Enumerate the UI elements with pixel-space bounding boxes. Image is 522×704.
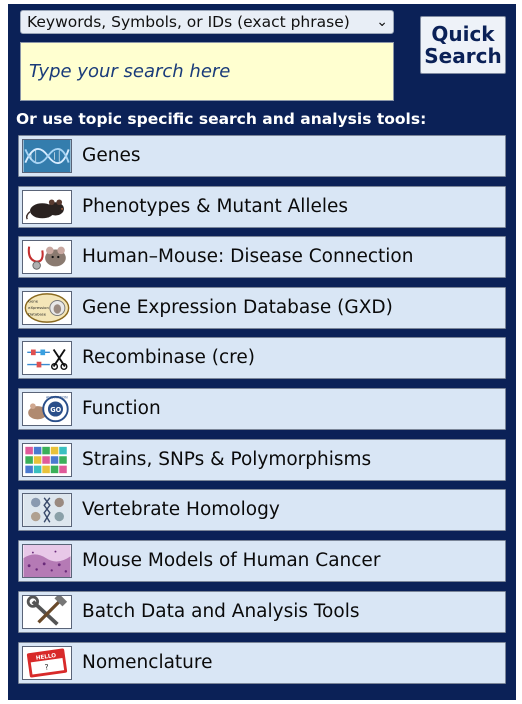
tool-genes[interactable]: Genes — [18, 135, 506, 177]
recombinase-scissors-icon — [22, 341, 72, 375]
tool-disease-connection[interactable]: Human–Mouse: Disease Connection — [18, 236, 506, 278]
svg-text:ANNOTATION: ANNOTATION — [46, 396, 68, 400]
tool-label: Phenotypes & Mutant Alleles — [82, 196, 349, 217]
tool-label: Gene Expression Database (GXD) — [82, 297, 393, 318]
tool-label: Mouse Models of Human Cancer — [82, 550, 381, 571]
tool-label: Recombinase (cre) — [82, 347, 255, 368]
intro-text: Or use topic specific search and analysi… — [16, 110, 427, 128]
tool-label: Human–Mouse: Disease Connection — [82, 246, 414, 267]
search-scope-select[interactable]: Keywords, Symbols, or IDs (exact phrase)… — [20, 10, 394, 34]
snp-grid-icon — [22, 443, 72, 477]
tool-label: Strains, SNPs & Polymorphisms — [82, 449, 372, 470]
tool-label: Vertebrate Homology — [82, 499, 280, 520]
hello-name-tag-icon: HELLO ? — [22, 646, 72, 680]
tool-gxd[interactable]: Gene eXpression Database Gene Expression… — [18, 287, 506, 329]
tool-label: Genes — [82, 145, 141, 166]
svg-text:eXpression: eXpression — [28, 306, 49, 310]
tool-function[interactable]: GO ANNOTATION Function — [18, 388, 506, 430]
quick-search-button[interactable]: Quick Search — [420, 16, 506, 74]
quick-search-label-line1: Quick — [431, 22, 495, 46]
search-input[interactable]: Type your search here — [20, 42, 394, 101]
tool-batch-data[interactable]: Batch Data and Analysis Tools — [18, 591, 506, 633]
stethoscope-mouse-icon — [22, 240, 72, 274]
gxd-logo-icon: Gene eXpression Database — [22, 291, 72, 325]
svg-text:Database: Database — [28, 313, 47, 317]
svg-text:Gene: Gene — [28, 299, 39, 303]
search-panel: Keywords, Symbols, or IDs (exact phrase)… — [8, 4, 516, 700]
quick-search-label-line2: Search — [424, 44, 502, 68]
tool-label: Function — [82, 398, 161, 419]
chevron-down-icon: ⌄ — [376, 14, 388, 30]
tool-phenotypes[interactable]: Phenotypes & Mutant Alleles — [18, 186, 506, 228]
homology-icon — [22, 493, 72, 527]
tool-recombinase[interactable]: Recombinase (cre) — [18, 337, 506, 379]
svg-text:GO: GO — [50, 406, 61, 414]
gene-ontology-annotation-icon: GO ANNOTATION — [22, 392, 72, 426]
dna-helix-icon — [22, 139, 72, 173]
search-scope-value: Keywords, Symbols, or IDs (exact phrase) — [27, 13, 350, 31]
tool-vertebrate-homology[interactable]: Vertebrate Homology — [18, 489, 506, 531]
tool-label: Nomenclature — [82, 652, 213, 673]
tissue-histology-icon — [22, 544, 72, 578]
tool-label: Batch Data and Analysis Tools — [82, 601, 360, 622]
mouse-photo-icon — [22, 190, 72, 224]
wrench-hammer-icon — [22, 595, 72, 629]
tool-strains-snps[interactable]: Strains, SNPs & Polymorphisms — [18, 439, 506, 481]
tool-nomenclature[interactable]: HELLO ? Nomenclature — [18, 642, 506, 684]
tool-mouse-models-cancer[interactable]: Mouse Models of Human Cancer — [18, 540, 506, 582]
